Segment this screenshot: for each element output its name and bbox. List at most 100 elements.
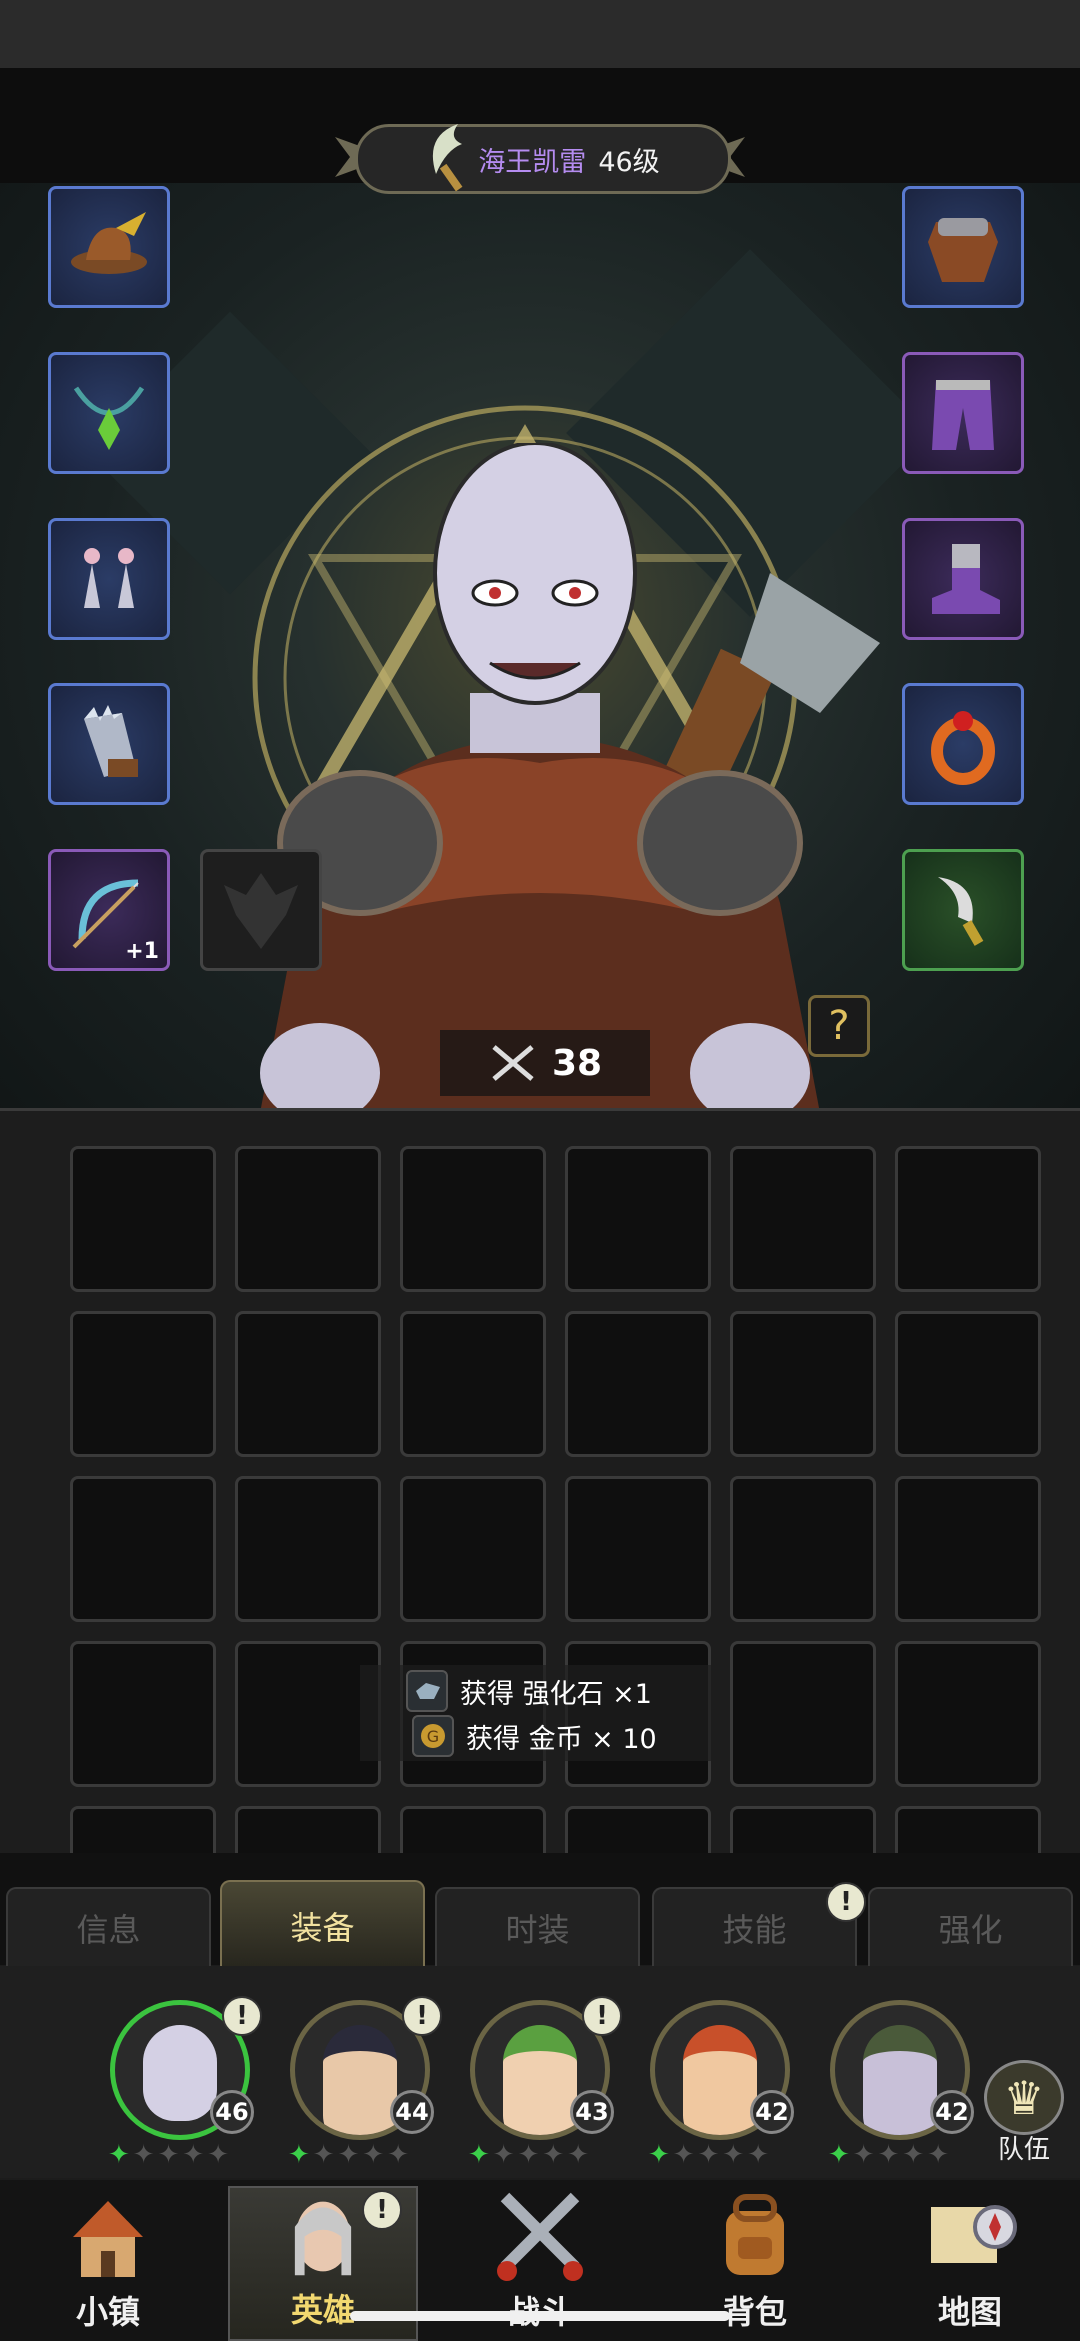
gauntlet-icon	[84, 705, 138, 777]
inventory-slot[interactable]	[730, 1476, 876, 1622]
hero-character	[260, 443, 880, 1108]
inventory-slot[interactable]	[895, 1641, 1041, 1787]
inventory-slot[interactable]	[235, 1476, 381, 1622]
hero-face	[323, 2025, 397, 2135]
inventory-slot[interactable]	[895, 1476, 1041, 1622]
inventory-slot[interactable]	[565, 1476, 711, 1622]
hero-1-level: 46	[210, 2090, 254, 2134]
equip-slot-hat[interactable]	[48, 186, 170, 308]
hero-2-level: 44	[390, 2090, 434, 2134]
enhance-stone-icon	[406, 1670, 448, 1712]
hero-level: 46级	[598, 146, 660, 178]
equip-slot-chest[interactable]	[902, 186, 1024, 308]
tab-info[interactable]: 信息	[6, 1887, 211, 1967]
class-crescent-icon	[432, 124, 463, 192]
hero-name-plate: 海王凯雷 46级	[355, 124, 731, 194]
equip-slot-gauntlet[interactable]	[48, 683, 170, 805]
hero-1-stars: ✦ ✦ ✦ ✦ ✦	[108, 2140, 229, 2170]
nav-heroes-alert-badge: !	[362, 2190, 402, 2230]
nav-heroes-label: 英雄	[290, 2291, 355, 2329]
nav-town[interactable]: 小镇	[13, 2186, 203, 2341]
equip-slot-boots[interactable]	[902, 518, 1024, 640]
inventory-slot[interactable]	[895, 1146, 1041, 1292]
inventory-slot[interactable]	[400, 1476, 546, 1622]
pants-icon	[932, 380, 994, 450]
hero-face	[143, 2025, 217, 2121]
offhand-silhouette-icon	[224, 873, 298, 949]
nav-map-label: 地图	[937, 2293, 1002, 2331]
inventory-slot[interactable]	[730, 1806, 876, 1853]
map-scroll-icon	[931, 2205, 1017, 2263]
hero-2-stars: ✦ ✦ ✦ ✦ ✦	[288, 2140, 409, 2170]
inventory-slot[interactable]	[895, 1311, 1041, 1457]
hero-4-level: 42	[750, 2090, 794, 2134]
nav-battle-label: 战斗	[508, 2287, 572, 2333]
nav-town-label: 小镇	[75, 2293, 140, 2331]
equip-slot-necklace[interactable]	[48, 352, 170, 474]
earrings-icon	[84, 548, 134, 608]
hero-face	[503, 2025, 577, 2135]
necklace-icon	[73, 386, 145, 450]
inventory-slot[interactable]	[400, 1146, 546, 1292]
town-icon	[73, 2201, 143, 2277]
equip-slot-earrings[interactable]	[48, 518, 170, 640]
hero-face	[863, 2025, 937, 2135]
battle-swords-icon	[497, 2192, 583, 2281]
boots-icon	[932, 544, 1000, 614]
chess-pieces-icon: ♛	[984, 2060, 1064, 2135]
inventory-slot[interactable]	[70, 1311, 216, 1457]
inventory-slot[interactable]	[235, 1311, 381, 1457]
hat-icon	[71, 212, 147, 274]
team-label: 队伍	[997, 2135, 1050, 2165]
inventory-slot[interactable]	[235, 1806, 381, 1853]
inventory-slot[interactable]	[70, 1146, 216, 1292]
reward-toast: 获得 强化石 ×1 G 获得 金币 × 10	[360, 1665, 730, 1761]
hero-4-stars: ✦ ✦ ✦ ✦ ✦	[648, 2140, 769, 2170]
nav-bag-label: 背包	[722, 2293, 787, 2331]
hero-face	[683, 2025, 757, 2135]
inventory-slot[interactable]	[730, 1311, 876, 1457]
hero-2-alert-badge: !	[402, 1996, 442, 2036]
nav-map[interactable]: 地图	[875, 2186, 1065, 2341]
inventory-slot[interactable]	[565, 1146, 711, 1292]
hero-name: 海王凯雷	[478, 146, 587, 178]
hero-stage	[0, 183, 1080, 1111]
hero-1-alert-badge: !	[222, 1996, 262, 2036]
equip-slot-weapon[interactable]: +1	[48, 849, 170, 971]
toast-line-gold: 获得 金币 × 10	[466, 1723, 657, 1755]
inventory-slot[interactable]	[400, 1806, 546, 1853]
inventory-slot[interactable]	[70, 1641, 216, 1787]
inventory-slot[interactable]	[895, 1806, 1041, 1853]
equip-slot-offhand-empty[interactable]	[200, 849, 322, 971]
combat-power-value: 38	[551, 1042, 603, 1084]
inventory-slot[interactable]	[235, 1146, 381, 1292]
tab-enhance[interactable]: 强化	[868, 1887, 1073, 1967]
hero-3-alert-badge: !	[582, 1996, 622, 2036]
inventory-slot[interactable]	[730, 1146, 876, 1292]
inventory-slot[interactable]	[565, 1311, 711, 1457]
weapon-enhance-level: +1	[125, 939, 159, 964]
inventory-slot[interactable]	[70, 1476, 216, 1622]
hero-5-level: 42	[930, 2090, 974, 2134]
ring-icon	[931, 711, 995, 785]
hero-3-stars: ✦ ✦ ✦ ✦ ✦	[468, 2140, 589, 2170]
status-bar	[0, 0, 1080, 68]
toast-line-stone: 获得 强化石 ×1	[460, 1678, 652, 1710]
help-button[interactable]: ?	[808, 995, 870, 1057]
gold-coin-icon: G	[412, 1715, 454, 1757]
tab-skills-alert-badge: !	[826, 1882, 866, 1922]
hero-5-stars: ✦ ✦ ✦ ✦ ✦	[828, 2140, 949, 2170]
tab-costume[interactable]: 时装	[435, 1887, 640, 1967]
equip-slot-trinket[interactable]	[902, 849, 1024, 971]
hero-3-level: 43	[570, 2090, 614, 2134]
equip-slot-pants[interactable]	[902, 352, 1024, 474]
hero-elf-icon	[294, 2201, 352, 2276]
tab-equipment[interactable]: 装备	[220, 1880, 425, 1970]
dagger-icon	[938, 877, 984, 946]
home-indicator[interactable]	[350, 2311, 730, 2321]
inventory-slot[interactable]	[400, 1311, 546, 1457]
inventory-slot[interactable]	[70, 1806, 216, 1853]
inventory-slot[interactable]	[565, 1806, 711, 1853]
equip-slot-ring[interactable]	[902, 683, 1024, 805]
team-button[interactable]: ♛ 队伍	[978, 2060, 1070, 2166]
